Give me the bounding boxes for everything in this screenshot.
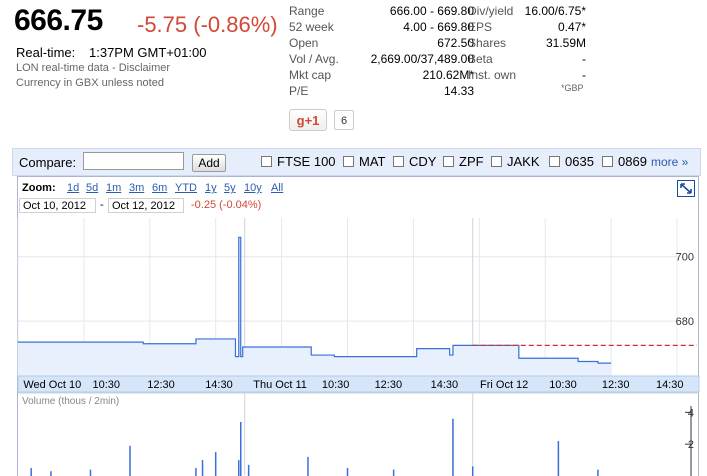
x-tick-label: 14:30	[431, 379, 459, 391]
x-tick-label: 12:30	[375, 379, 403, 391]
x-tick-label: Thu Oct 11	[253, 379, 307, 391]
y-tick-label: 700	[676, 252, 694, 264]
x-tick-label: 12:30	[602, 379, 630, 391]
x-tick-label: 10:30	[93, 379, 121, 391]
y-tick-label: 680	[676, 316, 694, 328]
x-tick-label: Wed Oct 10	[23, 379, 81, 391]
x-tick-label: Fri Oct 12	[480, 379, 528, 391]
x-tick-label: 12:30	[147, 379, 175, 391]
price-volume-chart[interactable]: 700 680 Wed Oct 10 10:30 12:30 14:30 Thu Oct 1…	[0, 0, 707, 476]
x-axis-band	[17, 375, 700, 393]
x-tick-label: 10:30	[322, 379, 350, 391]
x-tick-label: 14:30	[656, 379, 684, 391]
x-tick-label: 14:30	[205, 379, 233, 391]
x-tick-label: 10:30	[549, 379, 577, 391]
